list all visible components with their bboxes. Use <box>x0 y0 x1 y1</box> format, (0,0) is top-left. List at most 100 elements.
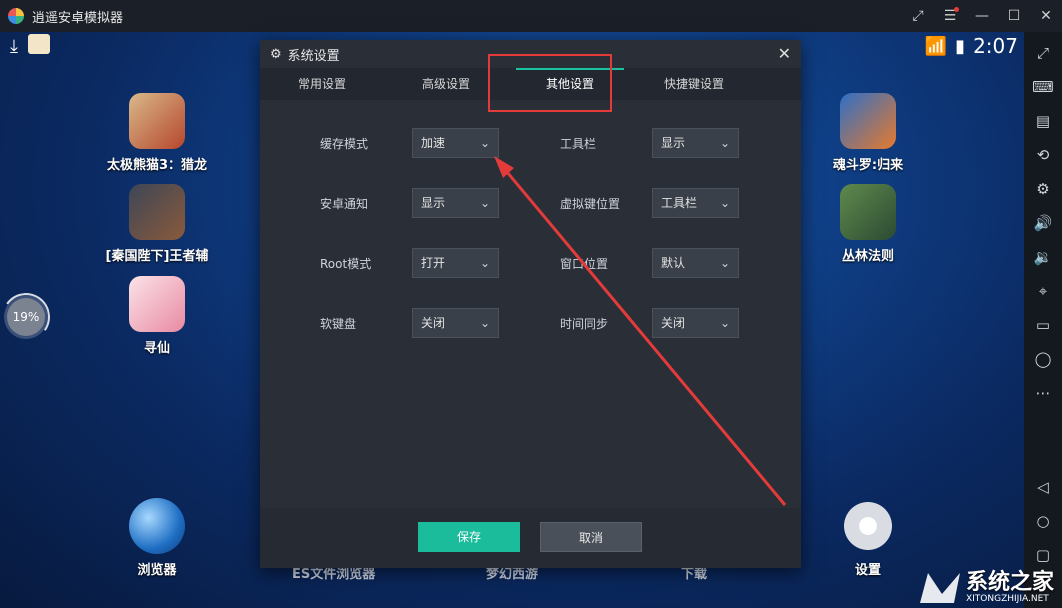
dialog-footer: 保存 取消 <box>260 508 801 568</box>
root-mode-select[interactable]: 打开 ⌄ <box>412 248 499 278</box>
virtual-key-select[interactable]: 工具栏 ⌄ <box>652 188 739 218</box>
window-pos-select[interactable]: 默认 ⌄ <box>652 248 739 278</box>
android-notify-label: 安卓通知 <box>320 197 369 211</box>
volume-up-icon[interactable]: 🔊 <box>1024 206 1062 240</box>
toolbar-label: 工具栏 <box>560 137 597 151</box>
notification-dot <box>954 7 959 12</box>
location-icon[interactable]: ⌖ <box>1024 274 1062 308</box>
settings-dialog: ⚙ 系统设置 ✕ 常用设置 高级设置 其他设置 快捷键设置 缓存模式 加速 ⌄ … <box>260 40 801 568</box>
keyboard-icon[interactable]: ⌨ <box>1024 70 1062 104</box>
app-label: 丛林法则 <box>841 249 894 264</box>
toolbar-select[interactable]: 显示 ⌄ <box>652 128 739 158</box>
kingdom-game-icon <box>129 184 185 240</box>
minimize-icon[interactable]: — <box>966 0 998 32</box>
select-value: 关闭 <box>661 316 686 330</box>
gear-icon: ⚙ <box>270 46 282 62</box>
select-value: 显示 <box>661 136 686 150</box>
globe-icon <box>129 498 185 554</box>
app-label: 魂斗罗:归来 <box>832 158 904 173</box>
app-shortcut[interactable]: [秦国陛下]王者辅 <box>97 184 217 264</box>
settings-row: 缓存模式 加速 ⌄ 工具栏 显示 ⌄ <box>260 128 801 158</box>
app-label: 设置 <box>854 563 881 578</box>
contra-game-icon <box>840 93 896 149</box>
panda-game-icon <box>129 93 185 149</box>
chevron-down-icon: ⌄ <box>719 256 730 270</box>
select-value: 关闭 <box>421 316 446 330</box>
cache-mode-select[interactable]: 加速 ⌄ <box>412 128 499 158</box>
tab-common[interactable]: 常用设置 <box>260 68 384 100</box>
rotate-icon[interactable]: ⟲ <box>1024 138 1062 172</box>
memory-progress[interactable]: 19% <box>7 298 45 336</box>
chevron-down-icon: ⌄ <box>719 136 730 150</box>
chevron-down-icon: ⌄ <box>479 316 490 330</box>
app-label: 寻仙 <box>143 341 170 356</box>
time-sync-label: 时间同步 <box>560 317 609 331</box>
close-icon[interactable]: ✕ <box>778 44 791 63</box>
maximize-icon[interactable]: ☐ <box>998 0 1030 32</box>
settings-form: 缓存模式 加速 ⌄ 工具栏 显示 ⌄ 安卓通知 显示 ⌄ 虚拟键位置 工具栏 ⌄ <box>260 100 801 508</box>
cancel-button[interactable]: 取消 <box>540 522 642 552</box>
select-value: 默认 <box>661 256 686 270</box>
recent-apps-icon[interactable]: ▢ <box>1024 538 1062 572</box>
settings-app-icon <box>840 498 896 554</box>
settings-row: 软键盘 关闭 ⌄ 时间同步 关闭 ⌄ <box>260 308 801 338</box>
select-value: 加速 <box>421 136 446 150</box>
status-time: 2:07 <box>973 34 1018 58</box>
home-icon[interactable]: ○ <box>1024 504 1062 538</box>
settings-shortcut[interactable]: 设置 <box>808 498 928 578</box>
watermark: 系统之家 XITONGZHIJIA.NET <box>919 570 1054 604</box>
soft-keyboard-select[interactable]: 关闭 ⌄ <box>412 308 499 338</box>
chevron-down-icon: ⌄ <box>479 256 490 270</box>
window-controls: ⤢ ☰ — ☐ ✕ <box>902 0 1062 32</box>
chevron-down-icon: ⌄ <box>719 196 730 210</box>
apk-install-icon[interactable]: ▤ <box>1024 104 1062 138</box>
status-bar: 📶 ▮ 2:07 <box>925 34 1018 58</box>
settings-gear-icon[interactable]: ⚙ <box>1024 172 1062 206</box>
app-label: 太极熊猫3：猎龙 <box>106 158 208 173</box>
app-shortcut[interactable]: 魂斗罗:归来 <box>808 93 928 173</box>
tab-shortcuts[interactable]: 快捷键设置 <box>632 68 756 100</box>
root-mode-label: Root模式 <box>320 257 372 271</box>
menu-icon[interactable]: ☰ <box>934 0 966 32</box>
window-titlebar: 逍遥安卓模拟器 ⤢ ☰ — ☐ ✕ <box>0 0 1062 32</box>
browser-shortcut[interactable]: 浏览器 <box>97 498 217 578</box>
select-value: 工具栏 <box>661 196 698 210</box>
chevron-down-icon: ⌄ <box>719 316 730 330</box>
soft-keyboard-label: 软键盘 <box>320 317 357 331</box>
right-toolbar: ⤢ ⌨ ▤ ⟲ ⚙ 🔊 🔉 ⌖ ▭ ◯ ⋯ ◁ ○ ▢ <box>1024 32 1062 608</box>
back-icon[interactable]: ◁ <box>1024 470 1062 504</box>
settings-row: Root模式 打开 ⌄ 窗口位置 默认 ⌄ <box>260 248 801 278</box>
xunxian-game-icon <box>129 276 185 332</box>
app-label: [秦国陛下]王者辅 <box>105 249 209 264</box>
app-shortcut[interactable]: 寻仙 <box>97 276 217 356</box>
jungle-game-icon <box>840 184 896 240</box>
watermark-url: XITONGZHIJIA.NET <box>965 594 1049 604</box>
window-pos-label: 窗口位置 <box>560 257 609 271</box>
watermark-text: 系统之家 <box>965 570 1054 595</box>
app-shortcut[interactable]: 太极熊猫3：猎龙 <box>97 93 217 173</box>
fullscreen-icon[interactable]: ⤢ <box>902 0 934 32</box>
select-value: 打开 <box>421 256 446 270</box>
app-logo-icon <box>8 8 24 24</box>
watermark-logo-icon <box>919 573 960 603</box>
volume-down-icon[interactable]: 🔉 <box>1024 240 1062 274</box>
notification-app-icon <box>28 34 50 54</box>
expand-icon[interactable]: ⤢ <box>1024 36 1062 70</box>
wifi-icon: 📶 <box>924 35 948 57</box>
battery-icon: ▮ <box>955 35 966 57</box>
android-notify-select[interactable]: 显示 ⌄ <box>412 188 499 218</box>
save-button[interactable]: 保存 <box>418 522 520 552</box>
dialog-title: 系统设置 <box>287 48 340 64</box>
settings-row: 安卓通知 显示 ⌄ 虚拟键位置 工具栏 ⌄ <box>260 188 801 218</box>
more-icon[interactable]: ⋯ <box>1024 376 1062 410</box>
close-window-icon[interactable]: ✕ <box>1030 0 1062 32</box>
select-value: 显示 <box>421 196 446 210</box>
cache-mode-label: 缓存模式 <box>320 137 369 151</box>
app-shortcut[interactable]: 丛林法则 <box>808 184 928 264</box>
virtual-key-label: 虚拟键位置 <box>560 197 621 211</box>
time-sync-select[interactable]: 关闭 ⌄ <box>652 308 739 338</box>
mouse-icon[interactable]: ◯ <box>1024 342 1062 376</box>
chevron-down-icon: ⌄ <box>479 136 490 150</box>
folder-icon[interactable]: ▭ <box>1024 308 1062 342</box>
tab-highlight-box <box>488 54 612 112</box>
